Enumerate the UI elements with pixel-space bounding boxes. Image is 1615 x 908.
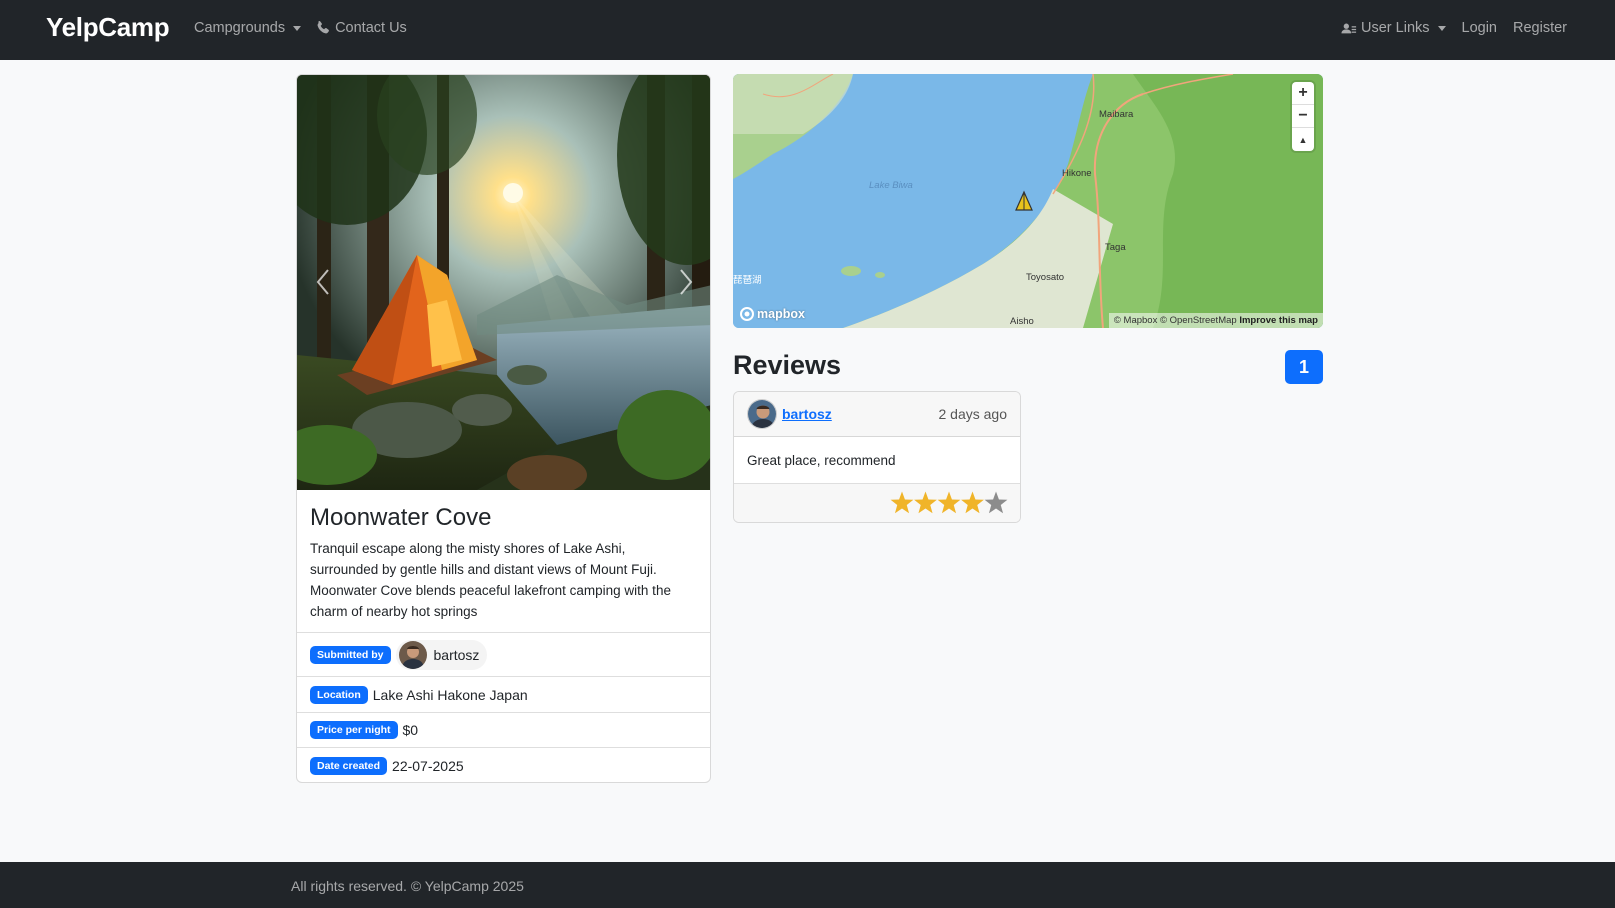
author-name: bartosz	[433, 646, 480, 663]
map-label-aisho: Aisho	[1010, 316, 1034, 327]
star-empty-icon	[984, 491, 1008, 514]
date-row: Date created 22-07-2025	[297, 748, 710, 782]
review-header: bartosz 2 days ago	[734, 392, 1020, 437]
campground-title: Moonwater Cove	[310, 504, 492, 531]
submitted-by-badge: Submitted by	[310, 645, 391, 664]
attribution-mapbox[interactable]: © Mapbox	[1114, 315, 1157, 326]
mapbox-logo-text: mapbox	[757, 307, 805, 321]
map-canvas	[733, 74, 1323, 328]
review-rating	[734, 484, 1020, 522]
chevron-left-icon	[316, 269, 329, 295]
review-card: bartosz 2 days ago Great place, recommen…	[733, 391, 1021, 523]
map-label-hikone: Hikone	[1062, 168, 1092, 179]
star-filled-icon	[890, 491, 914, 514]
map-label-maibara: Maibara	[1099, 109, 1134, 120]
zoom-in-button[interactable]: +	[1292, 82, 1314, 105]
star-rating	[890, 491, 1008, 514]
map-label-lake: Lake Biwa	[869, 180, 913, 191]
campground-card: Moonwater Cove Tranquil escape along the…	[296, 74, 711, 783]
price-value: $0	[402, 722, 419, 738]
user-links-label: User Links	[1361, 20, 1430, 36]
mapbox-icon	[740, 307, 754, 321]
brand-logo[interactable]: YelpCamp	[46, 12, 170, 43]
mapbox-logo[interactable]: mapbox	[740, 307, 805, 321]
map-label-kanji: 琵琶湖	[733, 275, 762, 286]
review-date: 2 days ago	[938, 406, 1008, 422]
star-filled-icon	[961, 491, 984, 514]
nav-left: Campgrounds Contact Us	[194, 20, 407, 36]
chevron-right-icon	[680, 269, 693, 295]
contact-label: Contact Us	[335, 20, 407, 36]
carousel-next-button[interactable]	[668, 257, 704, 307]
nav-right: User Links Login Register	[1341, 20, 1567, 36]
campgrounds-label: Campgrounds	[194, 20, 286, 36]
footer: All rights reserved. © YelpCamp 2025	[0, 862, 1615, 908]
user-links-dropdown[interactable]: User Links	[1341, 20, 1446, 36]
map-attribution: © Mapbox © OpenStreetMap Improve this ma…	[1108, 313, 1323, 328]
location-row: Location Lake Ashi Hakone Japan	[297, 677, 710, 713]
location-value: Lake Ashi Hakone Japan	[372, 686, 528, 703]
submitted-by-row: Submitted by bartosz	[297, 633, 710, 677]
user-list-icon	[1341, 20, 1357, 36]
location-badge: Location	[310, 685, 368, 704]
attribution-osm[interactable]: © OpenStreetMap	[1160, 315, 1237, 326]
campground-photo	[297, 75, 710, 490]
star-filled-icon	[914, 491, 937, 514]
price-badge: Price per night	[310, 721, 398, 739]
price-row: Price per night $0	[297, 713, 710, 748]
date-badge: Date created	[310, 756, 388, 775]
map-controls: + − ▲	[1292, 82, 1314, 151]
review-count-badge: 1	[1285, 350, 1323, 384]
navbar: YelpCamp Campgrounds Contact Us User Lin…	[0, 0, 1615, 60]
review-author-link[interactable]: bartosz	[782, 406, 832, 422]
star-filled-icon	[937, 491, 961, 514]
attribution-improve[interactable]: Improve this map	[1239, 315, 1318, 326]
chevron-down-icon	[1437, 25, 1446, 31]
review-body: Great place, recommend	[734, 437, 1020, 484]
compass-button[interactable]: ▲	[1292, 128, 1314, 151]
phone-icon	[315, 20, 331, 36]
contact-link[interactable]: Contact Us	[315, 20, 407, 36]
campground-description: Tranquil escape along the misty shores o…	[310, 541, 671, 619]
avatar	[398, 640, 427, 669]
image-carousel	[297, 75, 710, 490]
campground-map[interactable]: Lake Biwa Maibara Hikone Taga Toyosato A…	[733, 74, 1323, 328]
zoom-out-button[interactable]: −	[1292, 105, 1314, 128]
reviews-title: Reviews	[733, 350, 842, 380]
review-user: bartosz	[747, 399, 832, 429]
author-pill[interactable]: bartosz	[395, 639, 488, 670]
campgrounds-dropdown[interactable]: Campgrounds	[194, 20, 302, 36]
carousel-prev-button[interactable]	[305, 257, 341, 307]
map-label-toyosato: Toyosato	[1026, 272, 1065, 283]
register-link[interactable]: Register	[1513, 20, 1567, 36]
login-link[interactable]: Login	[1462, 20, 1497, 36]
date-value: 22-07-2025	[392, 757, 464, 774]
campground-info: Moonwater Cove Tranquil escape along the…	[297, 490, 710, 633]
avatar	[747, 399, 777, 429]
map-label-taga: Taga	[1105, 242, 1126, 253]
chevron-down-icon	[293, 25, 302, 31]
footer-text: All rights reserved. © YelpCamp 2025	[291, 878, 524, 894]
